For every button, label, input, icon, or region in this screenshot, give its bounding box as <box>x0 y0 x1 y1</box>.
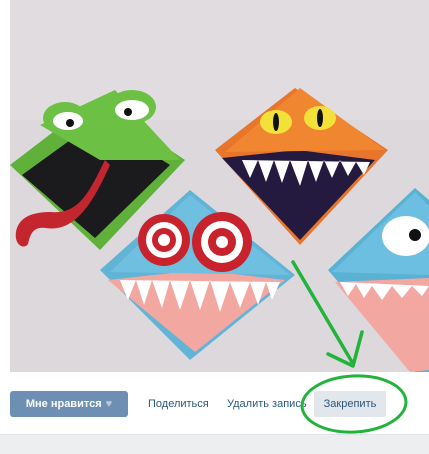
heart-icon: ♥ <box>105 398 113 410</box>
pin-post-button[interactable]: Закрепить <box>314 391 386 417</box>
like-button[interactable]: Мне нравится ♥ <box>10 391 128 417</box>
origami-monsters-illustration <box>10 0 429 372</box>
share-link[interactable]: Поделиться <box>148 391 209 417</box>
post-photo[interactable] <box>10 0 429 372</box>
post-action-bar: Мне нравится ♥ Поделиться Удалить запись… <box>0 372 429 434</box>
delete-post-link[interactable]: Удалить запись <box>227 391 311 417</box>
feed-divider <box>0 434 429 454</box>
like-button-label: Мне нравится <box>25 398 102 410</box>
